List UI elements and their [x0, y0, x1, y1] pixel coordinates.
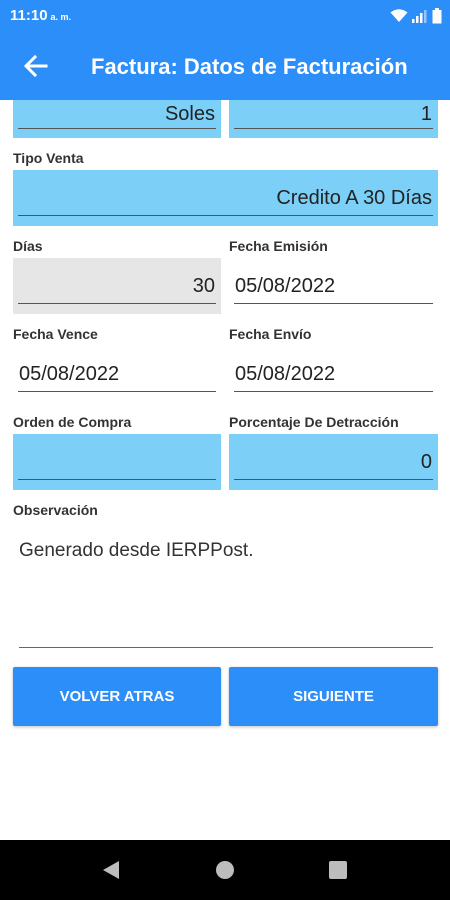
tipo-venta-value: Credito A 30 Días: [276, 186, 432, 209]
navigation-bar: [0, 840, 450, 900]
porcentaje-detraccion-value: 0: [420, 450, 432, 473]
status-bar: 11:10 a. m.: [0, 0, 450, 32]
nav-recents-icon[interactable]: [328, 860, 348, 880]
porcentaje-detraccion-label: Porcentaje De Detracción: [229, 414, 399, 430]
status-icons: [390, 8, 442, 24]
page-title: Factura: Datos de Facturación: [91, 54, 408, 79]
fecha-envio-value: 05/08/2022: [235, 362, 336, 385]
orden-compra-label: Orden de Compra: [13, 414, 132, 430]
status-time-ampm: a. m.: [50, 12, 72, 22]
fecha-emision-field[interactable]: 05/08/2022: [229, 258, 438, 314]
nav-home-icon[interactable]: [215, 860, 235, 880]
field-underline: [18, 215, 433, 216]
siguiente-button[interactable]: SIGUIENTE: [229, 667, 438, 726]
observacion-textarea[interactable]: Generado desde IERPPost.: [19, 540, 253, 562]
tipo-cambio-field[interactable]: 1: [229, 100, 438, 138]
status-time: 11:10 a. m.: [10, 7, 71, 24]
form-content[interactable]: Soles 1 Tipo Venta Credito A 30 Días Día…: [0, 100, 450, 840]
tipo-venta-select[interactable]: Credito A 30 Días: [13, 170, 438, 226]
field-underline: [18, 391, 216, 392]
fecha-envio-field[interactable]: 05/08/2022: [229, 346, 438, 402]
tipo-cambio-value: 1: [420, 102, 432, 125]
status-time-value: 11:10: [10, 7, 48, 24]
fecha-emision-value: 05/08/2022: [235, 274, 336, 297]
orden-compra-input[interactable]: [13, 434, 221, 490]
field-underline: [234, 128, 433, 129]
nav-back-icon[interactable]: [101, 860, 121, 880]
volver-atras-button[interactable]: VOLVER ATRAS: [13, 667, 221, 726]
porcentaje-detraccion-input[interactable]: 0: [229, 434, 438, 490]
fecha-emision-label: Fecha Emisión: [229, 238, 328, 254]
field-underline: [18, 479, 216, 480]
fecha-vence-field[interactable]: 05/08/2022: [13, 346, 221, 402]
fecha-vence-value: 05/08/2022: [19, 362, 120, 385]
dias-field: 30: [13, 258, 221, 314]
field-underline: [18, 128, 216, 129]
moneda-field[interactable]: Soles: [13, 100, 221, 138]
observacion-label: Observación: [13, 502, 98, 518]
dias-label: Días: [13, 238, 43, 254]
field-underline: [234, 391, 433, 392]
app-bar: Factura: Datos de Facturación: [0, 32, 450, 100]
battery-icon: [432, 8, 442, 24]
observacion-underline: [19, 647, 433, 648]
fecha-vence-label: Fecha Vence: [13, 326, 98, 342]
signal-icon: [412, 10, 427, 23]
fecha-envio-label: Fecha Envío: [229, 326, 312, 342]
field-underline: [18, 303, 216, 304]
field-underline: [234, 479, 433, 480]
field-underline: [234, 303, 433, 304]
moneda-value: Soles: [164, 102, 215, 125]
dias-value: 30: [192, 274, 215, 297]
tipo-venta-label: Tipo Venta: [13, 150, 84, 166]
arrow-left-icon[interactable]: [22, 52, 50, 80]
wifi-icon: [390, 9, 408, 22]
